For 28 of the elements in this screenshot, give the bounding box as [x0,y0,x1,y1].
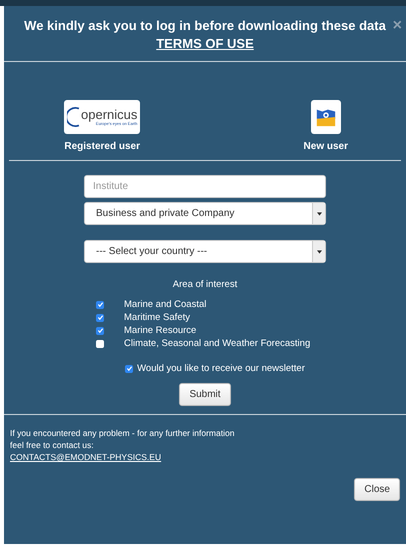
checkbox[interactable] [125,364,134,372]
terms-link[interactable]: TERMS OF USE [156,36,254,51]
checkbox-label: Marine and Coastal [124,299,206,310]
map-logo[interactable] [310,100,341,134]
arc-icon [67,104,81,130]
user-option-label[interactable]: New user [304,141,348,152]
checkbox-label: Marine Resource [124,325,196,336]
category-dropdown[interactable]: Business and private Company [84,202,326,225]
checkbox[interactable] [96,326,104,334]
checkbox-label: Would you like to receive our newsletter [137,363,305,374]
caret-icon [316,212,322,216]
checkbox[interactable] [96,340,104,348]
user-option-label[interactable]: Registered user [64,141,140,152]
submit-button[interactable]: Submit [179,383,231,406]
caret-icon [316,250,322,254]
section-heading: Area of interest [172,279,238,290]
checkbox-label: Climate, Seasonal and Weather Forecasting [124,338,310,349]
logo-text: opernicus [81,108,138,121]
checkbox-label: Maritime Safety [124,312,190,323]
help-text: feel free to contact us: [10,439,95,451]
help-text: If you encountered any problem - for any further information [10,427,236,439]
close-button[interactable]: Close [354,478,400,501]
checkbox[interactable] [96,314,104,322]
email-link[interactable]: CONTACTS@EMODNET-PHYSICS.EU [10,452,162,462]
checkbox[interactable] [96,300,104,308]
country-dropdown[interactable]: --- Select your country --- [84,240,326,263]
institute-field[interactable]: Institute [84,175,326,198]
dialog-title: We kindly ask you to log in before downloading these data [24,18,386,33]
